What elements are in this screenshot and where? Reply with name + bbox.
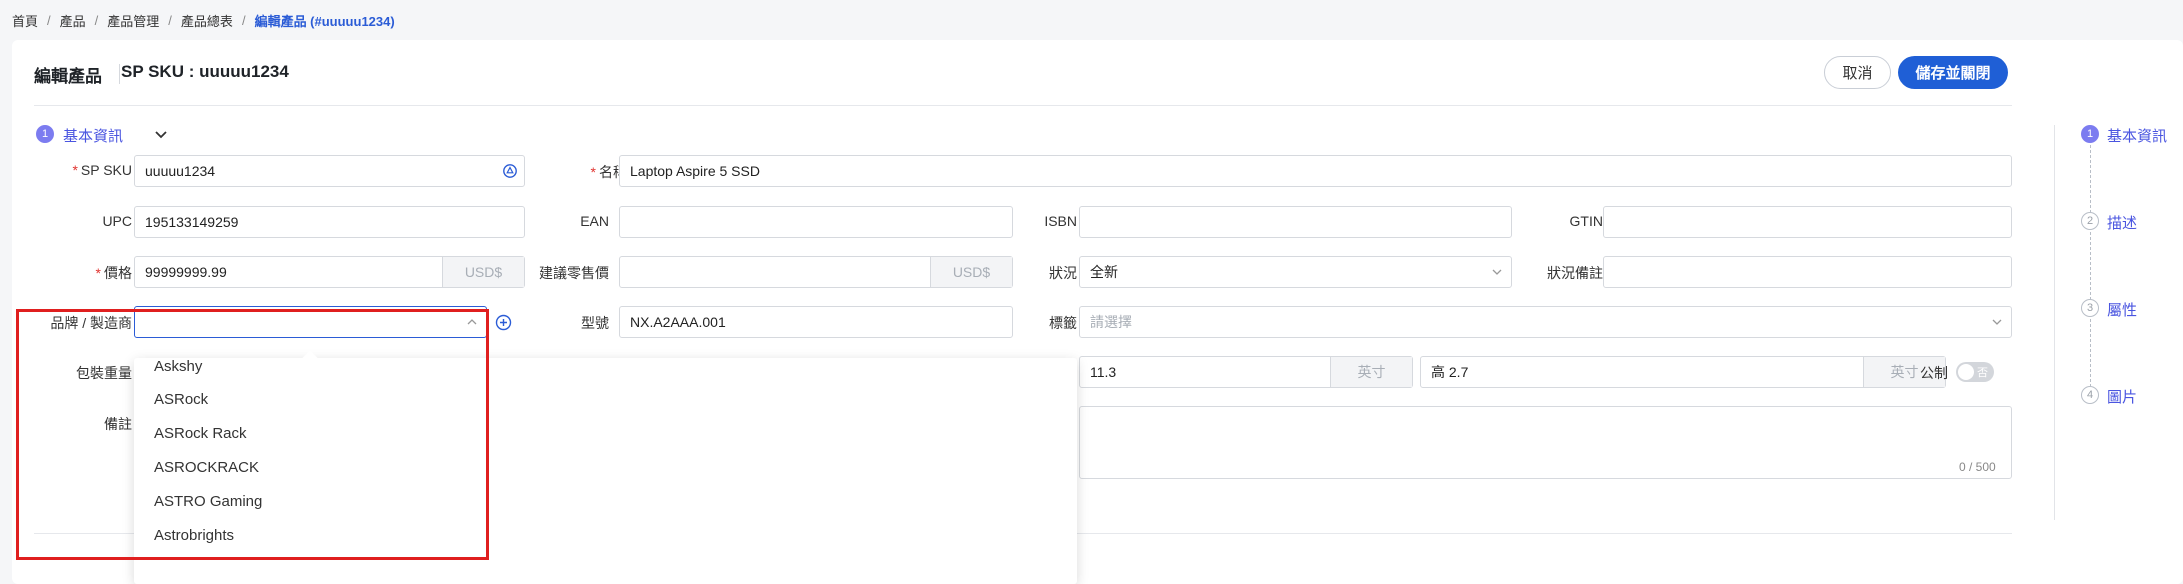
upc-label: UPC	[102, 213, 132, 229]
msrp-currency: USD$	[930, 257, 1012, 287]
step-3-badge[interactable]: 3	[2081, 299, 2099, 317]
tags-label: 標籤	[1049, 315, 1077, 331]
step-1-badge[interactable]: 1	[2081, 125, 2099, 143]
brand-option[interactable]: ASRock Rack	[154, 425, 247, 442]
header-sku: SP SKU : uuuuu1234	[121, 62, 289, 81]
step-4-badge[interactable]: 4	[2081, 386, 2099, 404]
name-label: * 名稱	[590, 164, 627, 180]
condition-select[interactable]: 全新	[1079, 256, 1512, 288]
dimension-width-input[interactable]: 11.3 英寸	[1079, 356, 1413, 388]
cancel-button[interactable]: 取消	[1824, 56, 1891, 89]
upc-input[interactable]: 195133149259	[134, 206, 525, 238]
package-weight-label: 包裝重量	[76, 365, 132, 381]
metric-toggle-text: 否	[1977, 367, 1988, 379]
breadcrumb-products[interactable]: 產品	[60, 11, 86, 30]
metric-toggle[interactable]: 否	[1956, 362, 1994, 382]
generate-icon[interactable]	[496, 163, 524, 179]
breadcrumb-product-management[interactable]: 產品管理	[107, 11, 159, 30]
notes-char-counter: 0 / 500	[1959, 460, 1996, 474]
add-brand-icon[interactable]	[495, 314, 512, 331]
price-label: * 價格	[95, 265, 132, 281]
name-input[interactable]: Laptop Aspire 5 SSD	[619, 155, 2012, 187]
page-title: 編輯產品	[34, 67, 102, 86]
brand-option[interactable]: Astrobrights	[154, 527, 234, 544]
breadcrumb: 首頁 / 產品 / 產品管理 / 產品總表 / 編輯產品 (#uuuuu1234…	[12, 10, 395, 30]
step-4-label[interactable]: 圖片	[2107, 386, 2137, 407]
step-connector	[2090, 319, 2091, 387]
dimension-height-input[interactable]: 高 2.7 英寸	[1420, 356, 1946, 388]
breadcrumb-separator: /	[47, 12, 51, 28]
step-connector	[2090, 232, 2091, 300]
metric-label: 公制	[1920, 365, 1948, 381]
header-divider	[119, 64, 120, 84]
steps-panel-divider	[2054, 125, 2055, 520]
brand-select[interactable]	[134, 306, 487, 338]
toggle-knob	[1958, 364, 1974, 380]
isbn-label: ISBN	[1044, 213, 1077, 229]
section-number-badge: 1	[36, 125, 54, 143]
brand-dropdown-menu: Askshy ASRock ASRock Rack ASROCKRACK AST…	[134, 358, 1077, 584]
save-and-close-button[interactable]: 儲存並關閉	[1898, 56, 2008, 89]
msrp-label: 建議零售價	[539, 265, 609, 281]
breadcrumb-separator: /	[94, 12, 99, 28]
brand-label: 品牌 / 製造商	[50, 315, 132, 331]
ean-input[interactable]	[619, 206, 1013, 238]
isbn-input[interactable]	[1079, 206, 1512, 238]
dimension-width-unit: 英寸	[1330, 357, 1412, 387]
gtin-input[interactable]	[1603, 206, 2012, 238]
breadcrumb-product-list[interactable]: 產品總表	[181, 11, 233, 30]
condition-label: 狀況	[1049, 265, 1077, 281]
notes-textarea[interactable]	[1079, 406, 2012, 479]
step-3-label[interactable]: 屬性	[2107, 299, 2137, 320]
condition-note-label: 狀況備註	[1547, 265, 1603, 281]
step-2-badge[interactable]: 2	[2081, 212, 2099, 230]
tags-select[interactable]: 請選擇	[1079, 306, 2012, 338]
step-1-label[interactable]: 基本資訊	[2107, 125, 2167, 146]
breadcrumb-separator: /	[241, 12, 246, 28]
step-2-label[interactable]: 描述	[2107, 212, 2137, 233]
price-input[interactable]: 99999999.99 USD$	[134, 256, 525, 288]
gtin-label: GTIN	[1569, 213, 1603, 229]
chevron-down-icon[interactable]	[153, 126, 169, 142]
brand-option[interactable]: ASTRO Gaming	[154, 493, 262, 510]
breadcrumb-separator: /	[168, 12, 172, 28]
breadcrumb-home[interactable]: 首頁	[12, 11, 38, 30]
brand-option[interactable]: ASRock	[154, 391, 208, 408]
chevron-up-icon	[458, 316, 486, 328]
msrp-input[interactable]: USD$	[619, 256, 1013, 288]
model-label: 型號	[581, 315, 609, 331]
chevron-down-icon	[1483, 266, 1511, 278]
condition-note-input[interactable]	[1603, 256, 2012, 288]
sp-sku-label: * SP SKU	[72, 162, 132, 178]
step-connector	[2090, 145, 2091, 213]
brand-option[interactable]: Askshy	[154, 358, 202, 375]
header-divider-line	[34, 105, 2012, 106]
price-currency: USD$	[442, 257, 524, 287]
ean-label: EAN	[580, 213, 609, 229]
sp-sku-input[interactable]: uuuuu1234	[134, 155, 525, 187]
breadcrumb-current: 編輯產品 (#uuuuu1234)	[254, 13, 395, 29]
notes-label: 備註	[104, 416, 132, 432]
brand-option[interactable]: ASROCKRACK	[154, 459, 259, 476]
section-title: 基本資訊	[63, 128, 124, 145]
model-input[interactable]: NX.A2AAA.001	[619, 306, 1013, 338]
chevron-down-icon	[1983, 316, 2011, 328]
